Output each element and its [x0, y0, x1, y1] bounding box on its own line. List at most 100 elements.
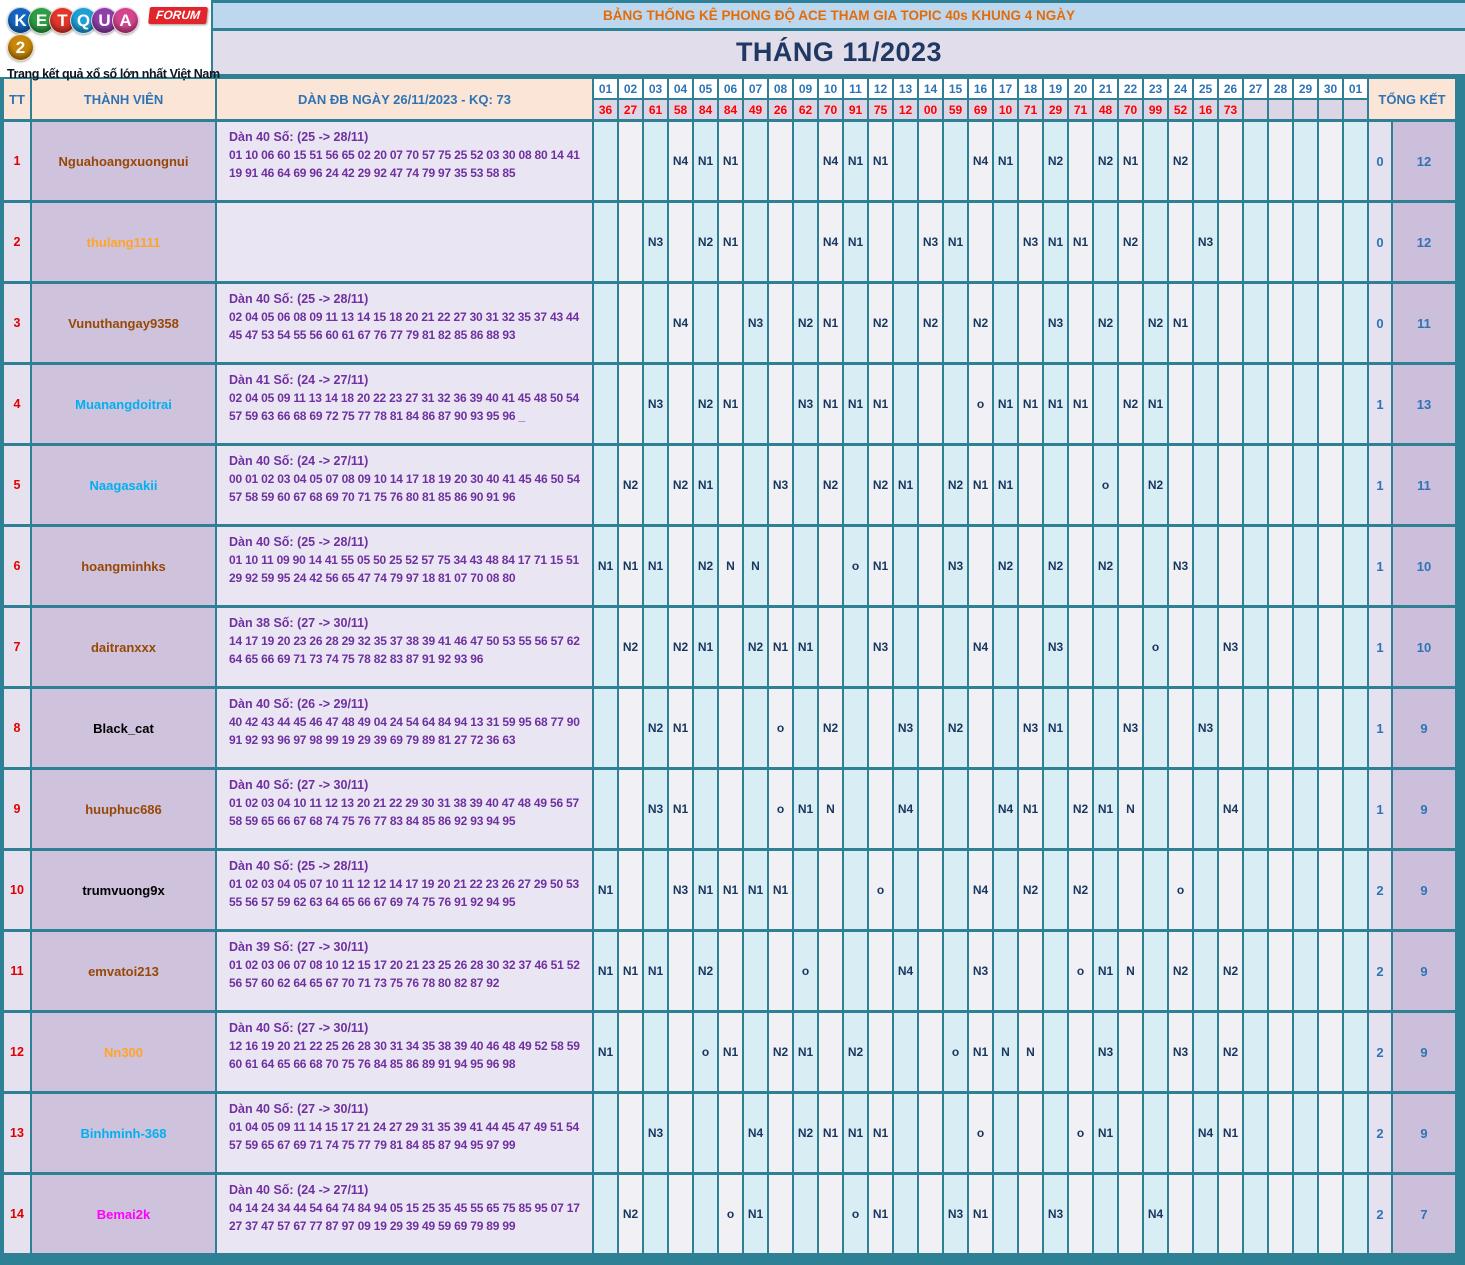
day-number: 26	[1219, 79, 1242, 98]
mark-cell	[1019, 1175, 1042, 1253]
member-name[interactable]: hoangminhks	[32, 527, 215, 605]
mark-cell: N1	[1044, 365, 1067, 443]
member-name[interactable]: daitranxxx	[32, 608, 215, 686]
mark-cell: N3	[1119, 689, 1142, 767]
mark-cell	[944, 1094, 967, 1172]
day-number: 03	[644, 79, 667, 98]
mark-cell	[669, 1094, 692, 1172]
row-index: 5	[4, 446, 30, 524]
mark-cell	[619, 1013, 642, 1091]
member-name[interactable]: Naagasakii	[32, 446, 215, 524]
day-number: 01	[594, 79, 617, 98]
ketqua2-logo[interactable]: KETQUA2 FORUM Trang kết quả xổ số lớn nh…	[0, 0, 211, 77]
mark-cell	[1069, 446, 1092, 524]
stats-table: TTTHÀNH VIÊNDÀN ĐB NGÀY 26/11/2023 - KQ:…	[2, 77, 1457, 1255]
member-name[interactable]: trumvuong9x	[32, 851, 215, 929]
day-column-header: 01	[1344, 79, 1367, 119]
tongket-total: 9	[1393, 1013, 1455, 1091]
day-column-header: 30	[1319, 79, 1342, 119]
mark-cell: N3	[744, 284, 767, 362]
member-name[interactable]: Nguahoangxuongnui	[32, 122, 215, 200]
dan-numbers-cell: Dàn 40 Số: (27 -> 30/11)12 16 19 20 21 2…	[217, 1013, 592, 1091]
mark-cell	[1244, 851, 1267, 929]
day-column-header: 0749	[744, 79, 767, 119]
mark-cell	[1269, 203, 1292, 281]
member-name[interactable]: emvatoi213	[32, 932, 215, 1010]
tongket-total: 9	[1393, 770, 1455, 848]
mark-cell: N2	[769, 1013, 792, 1091]
day-result: 69	[969, 100, 992, 119]
mark-cell	[919, 1013, 942, 1091]
mark-cell	[1344, 446, 1367, 524]
mark-cell: N	[819, 770, 842, 848]
tongket-total: 9	[1393, 689, 1455, 767]
mark-cell: o	[844, 527, 867, 605]
member-name[interactable]: Binhminh-368	[32, 1094, 215, 1172]
mark-cell	[1169, 446, 1192, 524]
mark-cell	[844, 608, 867, 686]
forum-badge: FORUM	[148, 7, 208, 24]
dan-numbers: 02 04 05 06 08 09 11 13 14 15 18 20 21 2…	[229, 309, 586, 344]
mark-cell	[694, 689, 717, 767]
mark-cell	[969, 689, 992, 767]
mark-cell	[1294, 527, 1317, 605]
dan-title: Dàn 40 Số: (27 -> 30/11)	[229, 1102, 586, 1116]
mark-cell: N1	[769, 851, 792, 929]
day-result	[1244, 100, 1267, 119]
member-name[interactable]: Vunuthangay9358	[32, 284, 215, 362]
mark-cell	[969, 770, 992, 848]
member-name[interactable]: Black_cat	[32, 689, 215, 767]
mark-cell: N2	[944, 689, 967, 767]
mark-cell	[1294, 284, 1317, 362]
row-index: 4	[4, 365, 30, 443]
dan-numbers-cell: Dàn 40 Số: (25 -> 28/11)01 02 03 04 05 0…	[217, 851, 592, 929]
mark-cell: o	[969, 365, 992, 443]
mark-cell: N3	[869, 608, 892, 686]
member-name[interactable]: thulang1111	[32, 203, 215, 281]
member-name[interactable]: Bemai2k	[32, 1175, 215, 1253]
mark-cell	[994, 284, 1017, 362]
mark-cell	[1044, 932, 1067, 1010]
mark-cell	[919, 446, 942, 524]
mark-cell	[894, 1013, 917, 1091]
tongket-total: 9	[1393, 932, 1455, 1010]
mark-cell: N1	[794, 770, 817, 848]
mark-cell: N3	[1194, 689, 1217, 767]
dan-numbers-cell: Dàn 40 Số: (24 -> 27/11)00 01 02 03 04 0…	[217, 446, 592, 524]
dan-title: Dàn 40 Số: (24 -> 27/11)	[229, 454, 586, 468]
member-name[interactable]: Nn300	[32, 1013, 215, 1091]
mark-cell	[1069, 608, 1092, 686]
mark-cell	[744, 689, 767, 767]
mark-cell: N	[1119, 932, 1142, 1010]
mark-cell: N4	[969, 851, 992, 929]
mark-cell	[1194, 122, 1217, 200]
mark-cell: N1	[869, 1094, 892, 1172]
day-number: 22	[1119, 79, 1142, 98]
day-number: 05	[694, 79, 717, 98]
mark-cell	[1294, 122, 1317, 200]
mark-cell	[669, 527, 692, 605]
dan-numbers: 12 16 19 20 21 22 25 26 28 30 31 34 35 3…	[229, 1038, 586, 1073]
member-name[interactable]: huuphuc686	[32, 770, 215, 848]
day-number: 24	[1169, 79, 1192, 98]
member-name[interactable]: Muanangdoitrai	[32, 365, 215, 443]
day-result: 73	[1219, 100, 1242, 119]
day-result: 10	[994, 100, 1017, 119]
mark-cell	[1219, 284, 1242, 362]
mark-cell	[1244, 932, 1267, 1010]
mark-cell	[1144, 1013, 1167, 1091]
mark-cell	[594, 1175, 617, 1253]
mark-cell	[844, 284, 867, 362]
mark-cell	[619, 365, 642, 443]
mark-cell	[1269, 1094, 1292, 1172]
mark-cell	[594, 608, 617, 686]
mark-cell	[1119, 1013, 1142, 1091]
mark-cell	[619, 851, 642, 929]
tongket-miss: 1	[1369, 527, 1391, 605]
mark-cell	[769, 1094, 792, 1172]
day-number: 18	[1019, 79, 1042, 98]
mark-cell	[1069, 1175, 1092, 1253]
mark-cell	[644, 284, 667, 362]
mark-cell	[594, 446, 617, 524]
day-column-header: 0136	[594, 79, 617, 119]
